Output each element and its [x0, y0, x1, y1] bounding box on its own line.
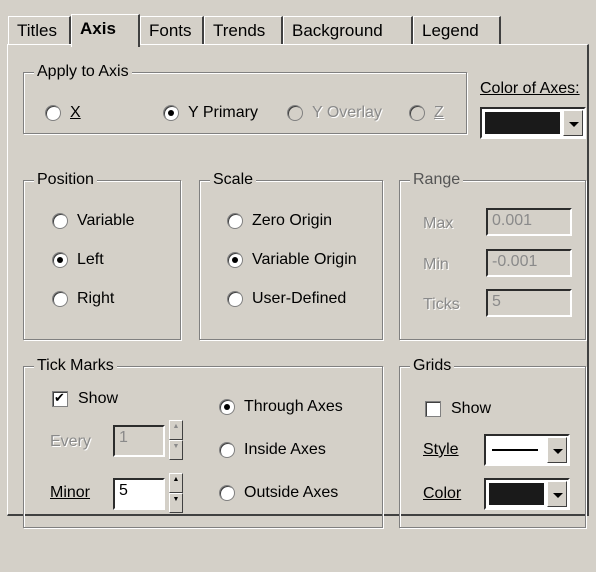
grids-style-dropdown[interactable]	[484, 434, 570, 466]
outside-axes-radio[interactable]: Outside Axes	[219, 484, 338, 502]
outside-axes-radio-button[interactable]	[219, 485, 235, 501]
axis-z-radio-button[interactable]	[409, 105, 425, 121]
range-min-field[interactable]: -0.001	[486, 249, 572, 277]
grids-show-label: Show	[451, 400, 492, 417]
grids-color-dropdown[interactable]	[484, 478, 570, 510]
range-max-field[interactable]: 0.001	[486, 208, 572, 236]
position-left-radio-button[interactable]	[52, 252, 68, 268]
inside-axes-radio-button[interactable]	[219, 442, 235, 458]
apply-to-axis-legend: Apply to Axis	[34, 62, 132, 82]
range-max-label: Max	[423, 215, 454, 232]
inside-axes-radio[interactable]: Inside Axes	[219, 441, 326, 459]
axis-y-overlay-label: Y Overlay	[312, 104, 382, 121]
axis-x-radio[interactable]: X	[45, 104, 81, 122]
scale-legend: Scale	[210, 170, 257, 190]
color-of-axes-dropdown[interactable]	[480, 107, 586, 139]
position-right-label: Right	[77, 290, 115, 307]
tick-marks-minor-spinner[interactable]: ▲ ▼	[169, 473, 183, 513]
range-legend: Range	[410, 170, 464, 190]
scale-variable-origin-radio-button[interactable]	[227, 252, 243, 268]
axis-x-radio-button[interactable]	[45, 105, 61, 121]
tick-marks-show-checkbox[interactable]: Show	[52, 389, 119, 408]
grids-show-checkbox[interactable]: Show	[425, 400, 491, 418]
through-axes-label: Through Axes	[244, 398, 343, 415]
position-left-label: Left	[77, 251, 104, 268]
position-variable-radio[interactable]: Variable	[52, 212, 135, 230]
position-right-radio-button[interactable]	[52, 291, 68, 307]
scale-variable-origin-radio[interactable]: Variable Origin	[227, 251, 357, 269]
range-ticks-field[interactable]: 5	[486, 289, 572, 317]
position-variable-label: Variable	[77, 212, 135, 229]
axis-y-overlay-radio-button[interactable]	[287, 105, 303, 121]
axis-y-primary-radio[interactable]: Y Primary	[163, 104, 258, 122]
inside-axes-label: Inside Axes	[244, 441, 326, 458]
grids-color-label: Color	[423, 485, 462, 502]
through-axes-radio[interactable]: Through Axes	[219, 398, 343, 416]
outside-axes-label: Outside Axes	[244, 484, 339, 501]
scale-zero-origin-radio[interactable]: Zero Origin	[227, 212, 332, 230]
tick-marks-legend: Tick Marks	[34, 356, 117, 376]
axis-y-primary-label: Y Primary	[188, 104, 258, 121]
tab-background[interactable]: Background	[283, 16, 413, 44]
scale-user-defined-label: User-Defined	[252, 290, 347, 307]
scale-user-defined-radio[interactable]: User-Defined	[227, 290, 346, 308]
tab-fonts[interactable]: Fonts	[140, 16, 204, 44]
spin-down-icon[interactable]: ▼	[169, 440, 183, 460]
tab-titles[interactable]: Titles	[8, 16, 71, 44]
scale-zero-origin-label: Zero Origin	[252, 212, 333, 229]
tick-marks-minor-label: Minor	[50, 484, 91, 501]
tab-legend[interactable]: Legend	[413, 16, 501, 44]
chevron-down-icon[interactable]	[547, 481, 567, 507]
range-min-label: Min	[423, 256, 449, 273]
tick-marks-every-field[interactable]: 1	[113, 425, 165, 457]
scale-zero-origin-radio-button[interactable]	[227, 213, 243, 229]
position-right-radio[interactable]: Right	[52, 290, 114, 308]
axis-y-primary-radio-button[interactable]	[163, 105, 179, 121]
spin-up-icon[interactable]: ▲	[169, 473, 183, 493]
tab-trends[interactable]: Trends	[204, 16, 283, 44]
grids-color-swatch	[489, 483, 544, 505]
position-legend: Position	[34, 170, 97, 190]
tick-marks-minor-field[interactable]: 5	[113, 478, 165, 510]
axis-x-label: X	[70, 104, 81, 121]
color-of-axes-swatch	[485, 112, 560, 134]
tab-axis[interactable]: Axis	[71, 14, 140, 47]
spin-up-icon[interactable]: ▲	[169, 420, 183, 440]
line-style-preview	[492, 449, 538, 451]
tick-marks-every-label: Every	[50, 433, 91, 450]
range-ticks-label: Ticks	[423, 296, 460, 313]
position-variable-radio-button[interactable]	[52, 213, 68, 229]
through-axes-radio-button[interactable]	[219, 399, 235, 415]
color-of-axes-label: Color of Axes:	[480, 80, 580, 97]
tick-marks-show-label: Show	[78, 390, 119, 407]
axis-y-overlay-radio[interactable]: Y Overlay	[287, 104, 382, 122]
chevron-down-icon[interactable]	[563, 110, 583, 136]
scale-variable-origin-label: Variable Origin	[252, 251, 357, 268]
tick-marks-every-spinner[interactable]: ▲ ▼	[169, 420, 183, 460]
apply-to-axis-group: Apply to Axis	[23, 62, 467, 134]
grids-legend: Grids	[410, 356, 455, 376]
tick-marks-show-check[interactable]	[52, 389, 68, 407]
spin-down-icon[interactable]: ▼	[169, 493, 183, 513]
scale-user-defined-radio-button[interactable]	[227, 291, 243, 307]
chevron-down-icon[interactable]	[547, 437, 567, 463]
axis-z-radio[interactable]: Z	[409, 104, 444, 122]
grids-show-check[interactable]	[425, 401, 441, 417]
position-left-radio[interactable]: Left	[52, 251, 104, 269]
axis-z-label: Z	[434, 104, 444, 121]
grids-style-label: Style	[423, 441, 459, 458]
